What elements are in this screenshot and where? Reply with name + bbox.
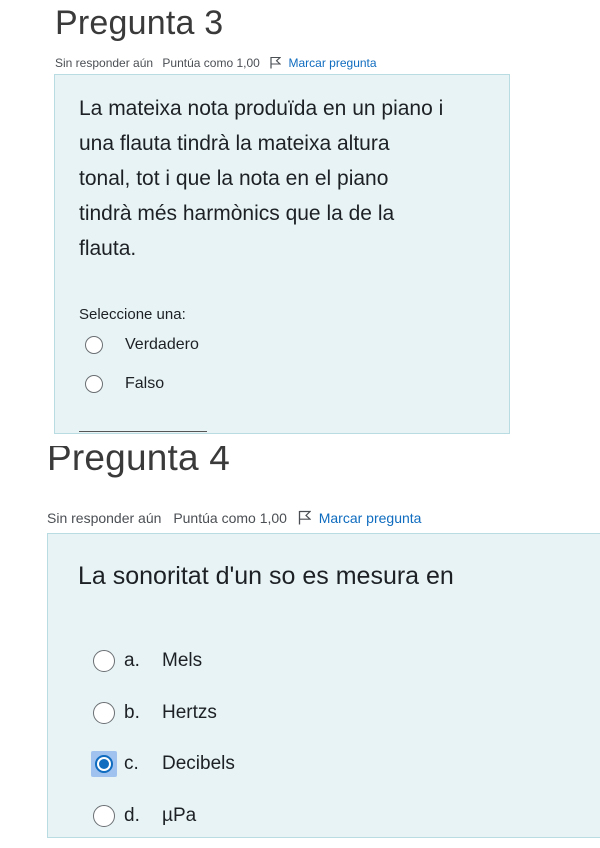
option-letter: a.: [124, 650, 140, 671]
flag-icon[interactable]: [269, 56, 282, 72]
question-3-status: Sin responder aún: [55, 56, 154, 70]
option-letter: b.: [124, 702, 140, 723]
radio-checked-icon[interactable]: [95, 755, 113, 773]
option-label[interactable]: Mels: [162, 650, 202, 672]
option-label[interactable]: Hertzs: [162, 702, 217, 724]
question-4-status: Sin responder aún: [47, 510, 162, 526]
question-3-text-line: La mateixa nota produïda en un piano i: [79, 97, 444, 120]
question-3-title: Pregunta 3: [55, 4, 224, 42]
radio-icon[interactable]: [93, 805, 115, 827]
option-label[interactable]: Decibels: [162, 753, 235, 775]
radio-icon[interactable]: [93, 702, 115, 724]
question-4-content: La sonoritat d'un so es mesura en a. Mel…: [47, 533, 600, 838]
question-4-info: Sin responder aún Puntúa como 1,00 Marca…: [47, 510, 421, 528]
question-4-score: Puntúa como 1,00: [173, 510, 287, 526]
selected-highlight: [91, 751, 117, 777]
divider: [79, 431, 207, 432]
option-label[interactable]: µPa: [162, 805, 196, 827]
option-falso[interactable]: Falso: [85, 375, 164, 393]
question-4-title-clip: Pregunta 4: [47, 446, 307, 488]
option-letter: c.: [124, 753, 139, 774]
question-3-text-line: tindrà més harmònics que la de la: [79, 202, 395, 225]
question-3-score: Puntúa como 1,00: [162, 56, 260, 70]
radio-icon[interactable]: [85, 375, 103, 393]
question-3-text-line: flauta.: [79, 237, 137, 260]
question-4-title: Pregunta 4: [47, 446, 231, 478]
question-3-info: Sin responder aún Puntúa como 1,00 Marca…: [55, 56, 377, 72]
option-d[interactable]: d. µPa: [91, 805, 196, 827]
option-a[interactable]: a. Mels: [91, 650, 202, 672]
question-3-text-line: una flauta tindrà la mateixa altura: [79, 132, 390, 155]
option-b[interactable]: b. Hertzs: [91, 702, 217, 724]
option-letter: d.: [124, 805, 140, 826]
question-3-content: La mateixa nota produïda en un piano i u…: [54, 74, 510, 434]
question-3-text: La mateixa nota produïda en un piano i u…: [79, 91, 443, 266]
flag-question-4-link[interactable]: Marcar pregunta: [319, 510, 422, 526]
flag-icon[interactable]: [297, 510, 312, 528]
question-4-text: La sonoritat d'un so es mesura en: [78, 562, 454, 590]
question-3-text-line: tonal, tot i que la nota en el piano: [79, 167, 389, 190]
radio-icon[interactable]: [93, 650, 115, 672]
question-3-prompt: Seleccione una:: [79, 306, 186, 323]
option-verdadero[interactable]: Verdadero: [85, 336, 199, 354]
radio-icon[interactable]: [85, 336, 103, 354]
flag-question-3-link[interactable]: Marcar pregunta: [289, 56, 377, 70]
option-c-selected[interactable]: c. Decibels: [91, 751, 235, 777]
option-label[interactable]: Falso: [125, 375, 164, 393]
option-label[interactable]: Verdadero: [125, 336, 199, 354]
